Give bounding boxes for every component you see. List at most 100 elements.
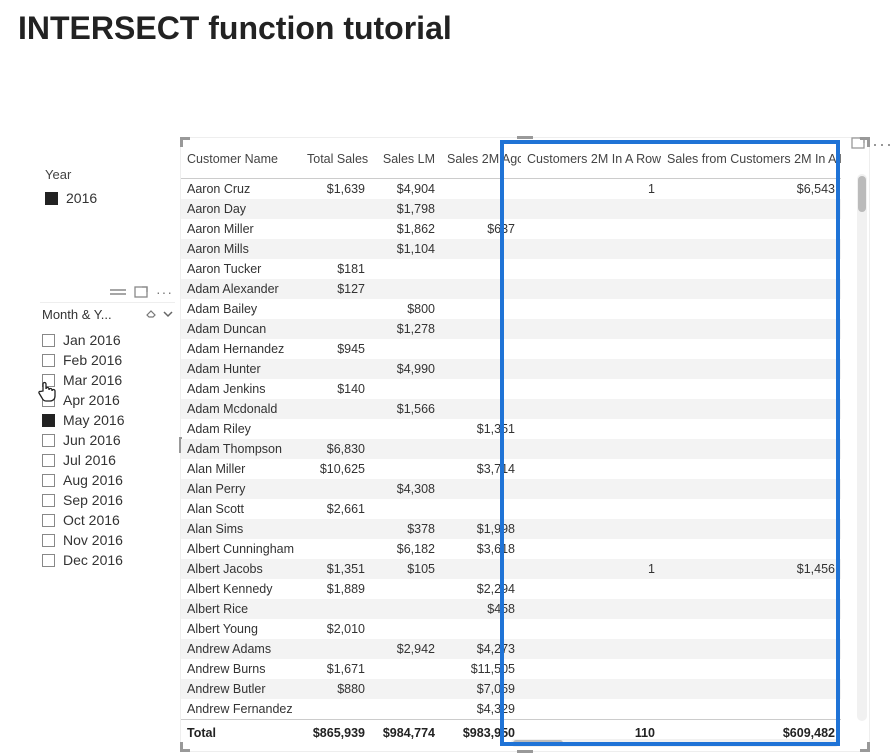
month-item-label: Nov 2016 bbox=[63, 532, 123, 548]
scrollbar-thumb[interactable] bbox=[858, 176, 866, 212]
table-row[interactable]: Andrew Adams$2,942$4,273 bbox=[181, 639, 841, 659]
total-value: $984,774 bbox=[371, 720, 441, 747]
table-cell bbox=[371, 379, 441, 399]
table-cell: Albert Jacobs bbox=[181, 559, 301, 579]
table-row[interactable]: Aaron Tucker$181 bbox=[181, 259, 841, 279]
table-row[interactable]: Aaron Cruz$1,639$4,9041$6,543 bbox=[181, 179, 841, 200]
checkbox-icon[interactable] bbox=[42, 554, 55, 567]
checkbox-icon[interactable] bbox=[42, 334, 55, 347]
checkbox-icon[interactable] bbox=[42, 414, 55, 427]
checkbox-icon[interactable] bbox=[45, 192, 58, 205]
more-options-icon[interactable]: ··· bbox=[156, 284, 173, 300]
table-row[interactable]: Adam Alexander$127 bbox=[181, 279, 841, 299]
checkbox-icon[interactable] bbox=[42, 354, 55, 367]
col-header[interactable]: Total Sales bbox=[301, 146, 371, 179]
month-item[interactable]: Aug 2016 bbox=[40, 470, 175, 490]
table-cell bbox=[661, 319, 841, 339]
month-item[interactable]: Jul 2016 bbox=[40, 450, 175, 470]
checkbox-icon[interactable] bbox=[42, 434, 55, 447]
table-row[interactable]: Andrew Fernandez$4,329 bbox=[181, 699, 841, 720]
month-item[interactable]: Oct 2016 bbox=[40, 510, 175, 530]
checkbox-icon[interactable] bbox=[42, 454, 55, 467]
vertical-scrollbar[interactable] bbox=[857, 174, 867, 721]
drag-handle-icon[interactable] bbox=[110, 287, 126, 297]
table-row[interactable]: Alan Perry$4,308 bbox=[181, 479, 841, 499]
checkbox-icon[interactable] bbox=[42, 474, 55, 487]
focus-mode-icon[interactable] bbox=[134, 286, 148, 298]
col-header[interactable]: Customers 2M In A Row bbox=[521, 146, 661, 179]
table-row[interactable]: Adam Hunter$4,990 bbox=[181, 359, 841, 379]
table-cell bbox=[441, 379, 521, 399]
table-row[interactable]: Albert Jacobs$1,351$1051$1,456 bbox=[181, 559, 841, 579]
checkbox-icon[interactable] bbox=[42, 394, 55, 407]
col-header[interactable]: Sales from Customers 2M In A Row bbox=[661, 146, 841, 179]
eraser-icon[interactable] bbox=[145, 307, 157, 322]
month-item[interactable]: Mar 2016 bbox=[40, 370, 175, 390]
table-cell bbox=[661, 399, 841, 419]
table-cell: Andrew Fernandez bbox=[181, 699, 301, 720]
checkbox-icon[interactable] bbox=[42, 494, 55, 507]
table-row[interactable]: Adam Riley$1,351 bbox=[181, 419, 841, 439]
table-cell bbox=[661, 479, 841, 499]
col-header[interactable]: Customer Name bbox=[181, 146, 301, 179]
horizontal-scrollbar[interactable] bbox=[511, 739, 839, 747]
month-item[interactable]: May 2016 bbox=[40, 410, 175, 430]
table-cell bbox=[661, 679, 841, 699]
table-row[interactable]: Albert Kennedy$1,889$2,294 bbox=[181, 579, 841, 599]
table-cell: Aaron Mills bbox=[181, 239, 301, 259]
table-row[interactable]: Alan Sims$378$1,998 bbox=[181, 519, 841, 539]
month-item[interactable]: Nov 2016 bbox=[40, 530, 175, 550]
table-cell bbox=[441, 359, 521, 379]
table-row[interactable]: Aaron Miller$1,862$637 bbox=[181, 219, 841, 239]
table-row[interactable]: Adam Duncan$1,278 bbox=[181, 319, 841, 339]
table-cell bbox=[661, 539, 841, 559]
table-row[interactable]: Albert Rice$458 bbox=[181, 599, 841, 619]
checkbox-icon[interactable] bbox=[42, 534, 55, 547]
month-item[interactable]: Jan 2016 bbox=[40, 330, 175, 350]
table-cell bbox=[301, 539, 371, 559]
col-header[interactable]: Sales LM bbox=[371, 146, 441, 179]
month-item[interactable]: Dec 2016 bbox=[40, 550, 175, 570]
table-row[interactable]: Andrew Butler$880$7,059 bbox=[181, 679, 841, 699]
table-row[interactable]: Albert Cunningham$6,182$3,618 bbox=[181, 539, 841, 559]
month-item-label: Apr 2016 bbox=[63, 392, 120, 408]
table-row[interactable]: Albert Young$2,010 bbox=[181, 619, 841, 639]
month-item[interactable]: Jun 2016 bbox=[40, 430, 175, 450]
table-row[interactable]: Alan Scott$2,661 bbox=[181, 499, 841, 519]
chevron-down-icon[interactable] bbox=[163, 307, 173, 322]
scrollbar-thumb[interactable] bbox=[513, 740, 563, 746]
table-cell bbox=[521, 579, 661, 599]
col-header[interactable]: Sales 2M Ago bbox=[441, 146, 521, 179]
table-cell bbox=[371, 599, 441, 619]
table-row[interactable]: Aaron Mills$1,104 bbox=[181, 239, 841, 259]
table-cell: Alan Perry bbox=[181, 479, 301, 499]
resize-handle-icon[interactable] bbox=[517, 136, 533, 139]
table-row[interactable]: Andrew Burns$1,671$11,505 bbox=[181, 659, 841, 679]
table-row[interactable]: Adam Bailey$800 bbox=[181, 299, 841, 319]
table-cell bbox=[661, 579, 841, 599]
table-row[interactable]: Adam Hernandez$945 bbox=[181, 339, 841, 359]
table-cell bbox=[521, 439, 661, 459]
table-row[interactable]: Adam Thompson$6,830 bbox=[181, 439, 841, 459]
table-cell bbox=[661, 619, 841, 639]
table-row[interactable]: Alan Miller$10,625$3,714 bbox=[181, 459, 841, 479]
table-cell bbox=[371, 619, 441, 639]
month-item[interactable]: Feb 2016 bbox=[40, 350, 175, 370]
table-cell bbox=[301, 699, 371, 720]
table-row[interactable]: Aaron Day$1,798 bbox=[181, 199, 841, 219]
month-item[interactable]: Sep 2016 bbox=[40, 490, 175, 510]
table-cell: $127 bbox=[301, 279, 371, 299]
table-row[interactable]: Adam Mcdonald$1,566 bbox=[181, 399, 841, 419]
checkbox-icon[interactable] bbox=[42, 374, 55, 387]
year-item[interactable]: 2016 bbox=[45, 188, 165, 208]
table-cell: Albert Young bbox=[181, 619, 301, 639]
month-slicer-header[interactable]: Month & Y... bbox=[40, 303, 175, 326]
checkbox-icon[interactable] bbox=[42, 514, 55, 527]
table-visual[interactable]: ··· Customer Name Total Sales Sales LM S… bbox=[180, 137, 870, 752]
month-item-label: Jul 2016 bbox=[63, 452, 116, 468]
table-row[interactable]: Adam Jenkins$140 bbox=[181, 379, 841, 399]
more-options-icon[interactable]: ··· bbox=[872, 134, 891, 155]
table-cell: $7,059 bbox=[441, 679, 521, 699]
month-item[interactable]: Apr 2016 bbox=[40, 390, 175, 410]
table-cell: $637 bbox=[441, 219, 521, 239]
